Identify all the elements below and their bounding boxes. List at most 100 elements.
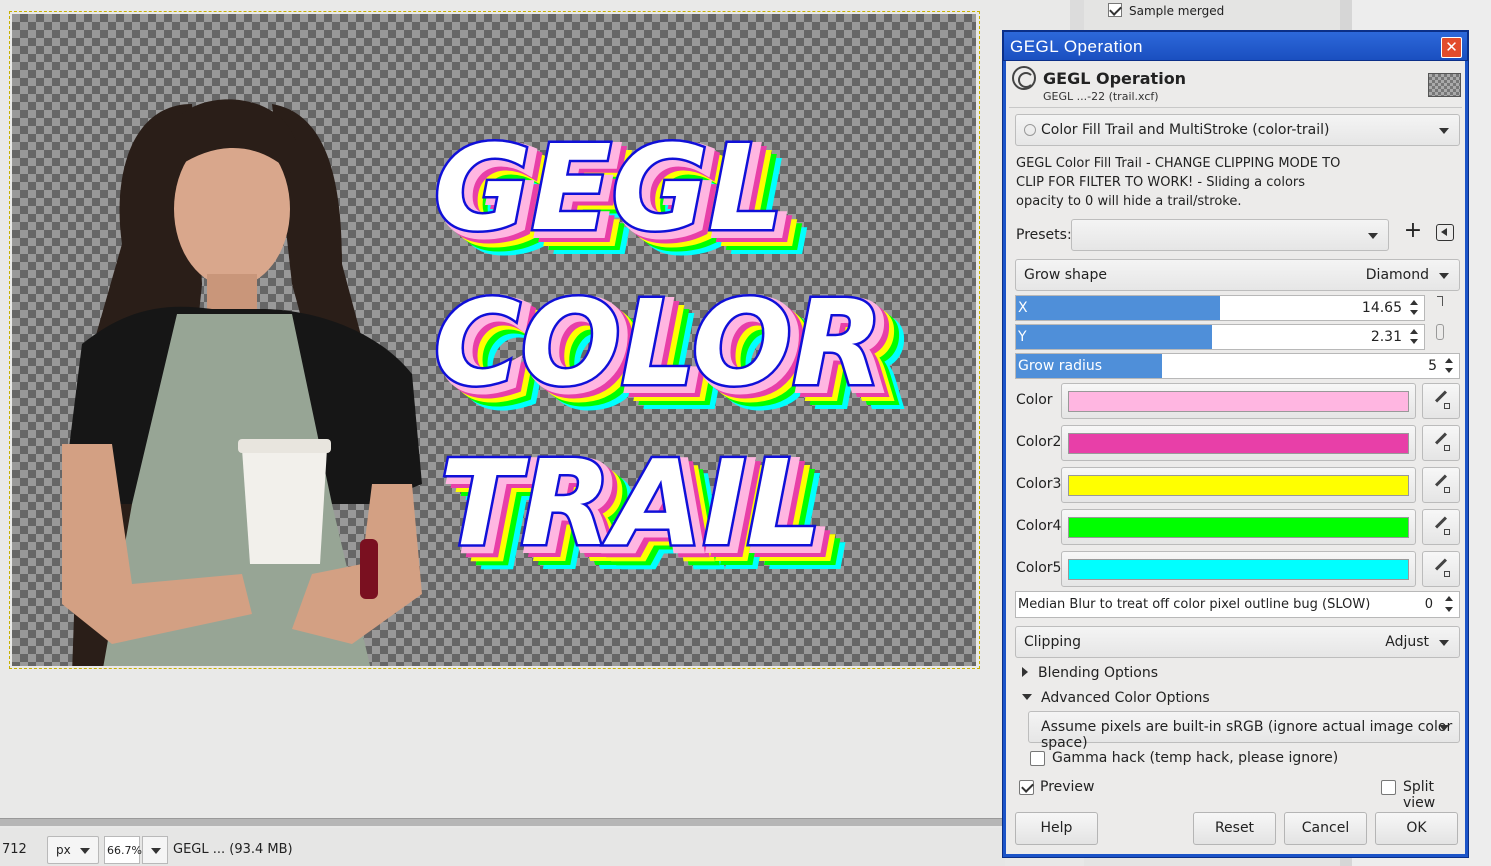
grow-shape-label: Grow shape — [1024, 267, 1108, 283]
grow-shape-dropdown[interactable]: Grow shape Diamond — [1015, 259, 1460, 291]
presets-menu-button[interactable] — [1436, 224, 1454, 241]
split-view-label: Split view — [1403, 779, 1436, 811]
clipping-dropdown[interactable]: Clipping Adjust — [1015, 626, 1460, 658]
reset-button[interactable]: Reset — [1193, 812, 1276, 845]
blending-options-label: Blending Options — [1038, 665, 1158, 681]
chevron-down-icon — [1368, 233, 1378, 239]
sample-merged-label: Sample merged — [1129, 4, 1225, 18]
y-label: Y — [1018, 329, 1027, 345]
chevron-down-icon — [1439, 640, 1449, 646]
increment-icon[interactable] — [1409, 298, 1421, 308]
y-slider[interactable]: Y 2.31 — [1015, 324, 1425, 350]
split-view-checkbox[interactable] — [1381, 780, 1396, 795]
increment-icon[interactable] — [1409, 327, 1421, 337]
ok-button[interactable]: OK — [1375, 812, 1458, 845]
chevron-down-icon — [1439, 273, 1449, 279]
zoom-input[interactable]: 66.7% — [104, 836, 142, 864]
color-swatch-button[interactable] — [1061, 509, 1416, 545]
preview-checkbox[interactable] — [1019, 780, 1034, 795]
color-picker-button[interactable] — [1422, 425, 1460, 461]
image-canvas-area[interactable]: GEGL GEGL GEGL GEGL GEGL GEGL COLOR COLOR COLOR C… — [0, 0, 1084, 820]
advanced-color-options-expander[interactable]: Advanced Color Options — [1022, 690, 1210, 706]
cancel-button[interactable]: Cancel — [1284, 812, 1367, 845]
close-button[interactable]: ✕ — [1441, 37, 1462, 58]
header-subtitle: GEGL ...-22 (trail.xcf) — [1043, 90, 1159, 103]
eyedropper-icon — [1444, 403, 1450, 409]
increment-icon[interactable] — [1444, 356, 1456, 366]
color-label: Color3 — [1016, 476, 1062, 492]
description-line: CLIP FOR FILTER TO WORK! - Sliding a col… — [1016, 175, 1306, 190]
help-button[interactable]: Help — [1015, 812, 1098, 845]
chevron-down-icon — [1022, 694, 1032, 700]
operation-selector[interactable]: Color Fill Trail and MultiStroke (color-… — [1015, 114, 1460, 146]
decrement-icon[interactable] — [1409, 337, 1421, 347]
color-swatch-button[interactable] — [1061, 467, 1416, 503]
color-trail-artwork: GEGLGEGLGEGLGEGLGEGLGEGLCOLORCOLORCOLORC… — [432, 119, 915, 597]
chevron-down-icon — [1439, 128, 1449, 134]
decrement-icon[interactable] — [1409, 308, 1421, 318]
color-picker-button[interactable] — [1422, 383, 1460, 419]
art-word: COLOR — [434, 274, 883, 412]
canvas-horizontal-scrollbar[interactable] — [0, 818, 1005, 826]
blending-options-expander[interactable]: Blending Options — [1022, 665, 1158, 681]
reset-label: Reset — [1214, 820, 1255, 836]
eyedropper-icon — [1444, 445, 1450, 451]
color-swatch-button[interactable] — [1061, 425, 1416, 461]
window-title: GEGL Operation — [1010, 37, 1143, 56]
decrement-icon[interactable] — [1444, 366, 1456, 376]
zoom-dropdown-button[interactable] — [142, 836, 168, 864]
chevron-down-icon — [80, 848, 90, 854]
gamma-hack-checkbox[interactable] — [1030, 751, 1045, 766]
preview-label: Preview — [1040, 779, 1095, 795]
chevron-down-icon — [1439, 725, 1449, 731]
grow-radius-slider[interactable]: Grow radius 5 — [1015, 353, 1460, 379]
sample-merged-checkbox[interactable] — [1108, 3, 1122, 17]
eyedropper-icon — [1434, 390, 1448, 403]
color-swatch — [1068, 559, 1409, 580]
x-slider[interactable]: X 14.65 — [1015, 295, 1425, 321]
gegl-icon — [1012, 66, 1036, 90]
x-slider-fill — [1016, 296, 1220, 320]
chevron-right-icon — [1022, 667, 1028, 677]
chevron-down-icon — [151, 848, 161, 854]
color-picker-button[interactable] — [1422, 509, 1460, 545]
clipping-label: Clipping — [1024, 634, 1081, 650]
decrement-icon[interactable] — [1444, 605, 1456, 615]
y-slider-fill — [1016, 325, 1212, 349]
gegl-icon — [1024, 124, 1036, 136]
color-picker-button[interactable] — [1422, 467, 1460, 503]
add-preset-button[interactable]: + — [1402, 220, 1424, 243]
operation-description: GEGL Color Fill Trail - CHANGE CLIPPING … — [1016, 154, 1346, 211]
grow-radius-label: Grow radius — [1018, 358, 1103, 374]
color-picker-button[interactable] — [1422, 551, 1460, 587]
color-label: Color4 — [1016, 518, 1062, 534]
x-label: X — [1018, 300, 1028, 316]
eyedropper-icon — [1434, 474, 1448, 487]
color-label: Color5 — [1016, 560, 1062, 576]
art-word: TRAIL — [440, 434, 822, 572]
color-space-value: Assume pixels are built-in sRGB (ignore … — [1041, 719, 1453, 751]
art-word: GEGL — [434, 119, 784, 257]
image-canvas[interactable]: GEGL GEGL GEGL GEGL GEGL GEGL COLOR COLOR COLOR C… — [12, 14, 976, 666]
color-space-dropdown[interactable]: Assume pixels are built-in sRGB (ignore … — [1028, 711, 1460, 751]
header-divider — [1009, 107, 1462, 108]
median-blur-field[interactable]: Median Blur to treat off color pixel out… — [1015, 591, 1460, 618]
unit-selector[interactable]: px — [47, 836, 99, 864]
woman-photo — [62, 99, 422, 666]
unit-value: px — [56, 843, 71, 857]
color-swatch-button[interactable] — [1061, 383, 1416, 419]
gamma-hack-label: Gamma hack (temp hack, please ignore) — [1052, 750, 1339, 766]
description-line: GEGL Color Fill Trail - CHANGE CLIPPING … — [1016, 156, 1341, 171]
header-title: GEGL Operation — [1043, 69, 1187, 88]
presets-label: Presets: — [1016, 227, 1072, 243]
color-swatch-button[interactable] — [1061, 551, 1416, 587]
eyedropper-icon — [1444, 529, 1450, 535]
dialog-titlebar[interactable]: GEGL Operation ✕ — [1003, 31, 1468, 61]
presets-dropdown[interactable] — [1071, 219, 1389, 251]
y-value: 2.31 — [1370, 329, 1402, 345]
grow-shape-value: Diamond — [1365, 267, 1429, 283]
increment-icon[interactable] — [1444, 594, 1456, 604]
status-bar: 712 px 66.7% GEGL ... (93.4 MB) — [0, 828, 1005, 866]
x-value: 14.65 — [1361, 300, 1402, 316]
color-swatch — [1068, 475, 1409, 496]
